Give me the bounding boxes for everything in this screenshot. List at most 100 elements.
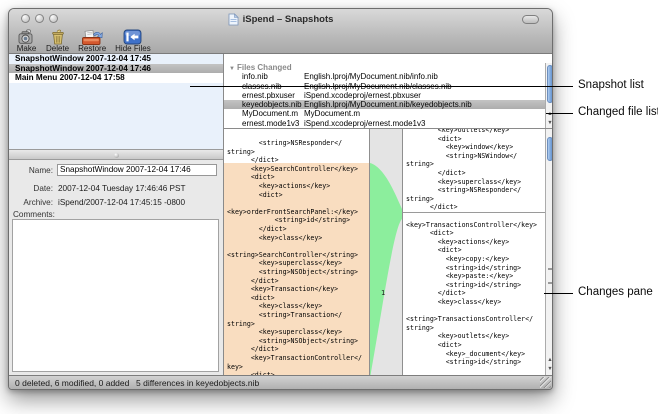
scroll-down-icon[interactable]: ▼ <box>546 119 553 127</box>
delete-button-label: Delete <box>46 45 69 53</box>
diff-line: <key>_document</key> <box>406 350 546 359</box>
window-chrome: iSpend – Snapshots Make <box>9 9 552 54</box>
diff-line <box>406 212 546 221</box>
diff-line: <key>class</key> <box>227 302 369 311</box>
hide-files-icon <box>123 29 142 45</box>
changed-file-list-callout-label: Changed file list <box>578 106 658 118</box>
scroll-down-icon[interactable]: ▼ <box>546 365 553 373</box>
diff-line: <key>class</key> <box>227 234 369 243</box>
horizontal-splitter[interactable] <box>9 149 223 160</box>
diff-line: <dict> <box>406 229 546 238</box>
delete-button[interactable]: Delete <box>46 29 69 54</box>
comments-input[interactable] <box>12 219 219 372</box>
changes-pane-callout-line <box>544 293 573 294</box>
date-value: 2007-12-04 Tuesday 17:46:46 PST <box>58 184 185 193</box>
diff-line: <string>NSObject</string> <box>227 337 369 346</box>
changes-pane-scrollbar[interactable]: ▲ ▼ <box>545 129 553 375</box>
diff-line: <key>class</key> <box>406 298 546 307</box>
diff-line: <key>TransactionController</ <box>227 354 369 363</box>
right-column: Filename Path ▼Files Changed info.nibEng… <box>223 54 553 389</box>
toolbar: Make Delete <box>9 29 552 54</box>
make-button-label: Make <box>17 45 37 53</box>
snapshot-row[interactable]: SnapshotWindow 2007-12-04 17:46 <box>9 64 223 74</box>
diff-line: <key>SearchController</key> <box>227 165 369 174</box>
file-row[interactable]: MyDocument.mMyDocument.m <box>224 109 545 118</box>
snapshot-list-callout-label: Snapshot list <box>578 79 644 91</box>
trash-icon <box>49 29 67 45</box>
diff-line: <dict> <box>406 135 546 144</box>
diff-line: </dict> <box>406 289 546 298</box>
diff-line: <string>SearchController</string> <box>227 251 369 260</box>
date-label: Date: <box>9 184 53 193</box>
diff-gutter: 1 <box>370 129 402 375</box>
diff-line: <key>Transaction</key> <box>227 285 369 294</box>
make-button[interactable]: Make <box>16 29 37 54</box>
diff-line: <key>copy:</key> <box>406 255 546 264</box>
scroll-up-icon[interactable]: ▲ <box>546 356 553 364</box>
diff-line: <key>superclass</key> <box>227 259 369 268</box>
diff-left-pane[interactable]: <string>NSResponder</string> </dict> <ke… <box>224 129 370 375</box>
diff-line: </dict> <box>227 156 369 165</box>
file-row-filename: ernest.mode1v3 <box>242 119 299 128</box>
hide-files-button-label: Hide Files <box>115 45 151 53</box>
file-row[interactable]: keyedobjects.nibEnglish.lproj/MyDocument… <box>224 100 545 109</box>
diff-line: </dict> <box>406 169 546 178</box>
archive-label: Archive: <box>9 198 53 207</box>
diff-line: <dict> <box>227 173 369 182</box>
restore-button-label: Restore <box>78 45 106 53</box>
file-row-filename: keyedobjects.nib <box>242 100 302 109</box>
name-input[interactable]: SnapshotWindow 2007-12-04 17:46 <box>57 164 217 176</box>
file-list-scroll-thumb[interactable] <box>547 65 553 103</box>
diff-line: </dict> <box>227 277 369 286</box>
diff-line: <key>outlets</key> <box>406 332 546 341</box>
diff-line: string> <box>406 324 546 333</box>
title-bar[interactable]: iSpend – Snapshots <box>9 9 552 29</box>
diff-line: <string>NSObject</string> <box>227 268 369 277</box>
diff-line: <string>NSResponder</ <box>227 139 369 148</box>
diff-line: <key>orderFrontSearchPanel:</key> <box>227 208 369 217</box>
screenshot-canvas: iSpend – Snapshots Make <box>0 0 658 414</box>
diff-line <box>227 242 369 251</box>
splitter-dimple-icon <box>114 153 119 158</box>
toolbar-toggle-button[interactable] <box>522 15 539 24</box>
diff-line: <string>Transaction</ <box>227 311 369 320</box>
files-changed-group-row[interactable]: ▼Files Changed <box>224 63 545 72</box>
status-differences: 5 differences in keyedobjects.nib <box>136 378 259 388</box>
scroll-tick-icon <box>548 282 552 284</box>
diff-connector-number: 1 <box>381 289 385 297</box>
diff-line: <key>TransactionsController</key> <box>406 221 546 230</box>
status-bar: 0 deleted, 6 modified, 0 added 5 differe… <box>9 375 552 389</box>
file-row[interactable]: ernest.pbxuseriSpend.xcodeproj/ernest.pb… <box>224 91 545 100</box>
snapshot-list: SnapshotWindow 2007-12-04 17:45SnapshotW… <box>9 54 223 149</box>
diff-line: <dict> <box>406 341 546 350</box>
diff-line: key> <box>227 363 369 372</box>
snapshot-row[interactable]: Main Menu 2007-12-04 17:58 <box>9 73 223 83</box>
changes-scroll-thumb[interactable] <box>547 137 553 161</box>
diff-line: string> <box>406 195 546 204</box>
file-list-scrollbar[interactable]: ▲ ▼ <box>545 63 553 128</box>
document-icon <box>228 13 239 26</box>
name-label: Name: <box>9 166 53 175</box>
files-changed-label: Files Changed <box>237 63 292 72</box>
diff-line: </dict> <box>406 203 546 212</box>
file-row[interactable]: info.nibEnglish.lproj/MyDocument.nib/inf… <box>224 72 545 81</box>
diff-line: <key>actions</key> <box>227 182 369 191</box>
resize-grip-icon[interactable] <box>540 377 551 388</box>
diff-line: <key>superclass</key> <box>406 178 546 187</box>
changed-file-list: ▼Files Changed info.nibEnglish.lproj/MyD… <box>224 54 553 128</box>
snapshot-row[interactable]: SnapshotWindow 2007-12-04 17:45 <box>9 54 223 64</box>
camera-icon <box>16 29 37 45</box>
diff-line <box>406 307 546 316</box>
diff-line: <string>TransactionsController</ <box>406 315 546 324</box>
diff-line: <string>id</string> <box>406 358 546 367</box>
hide-files-button[interactable]: Hide Files <box>115 29 151 54</box>
file-row[interactable]: ernest.mode1v3iSpend.xcodeproj/ernest.mo… <box>224 119 545 128</box>
file-row-filename: info.nib <box>242 72 268 81</box>
diff-right-pane[interactable]: <key>outlets</key> <dict> <key>window</k… <box>402 129 546 375</box>
changes-pane-callout-label: Changes pane <box>578 286 653 298</box>
file-row-filename: MyDocument.m <box>242 109 298 118</box>
window-title-group: iSpend – Snapshots <box>9 9 552 29</box>
scroll-up-icon[interactable]: ▲ <box>546 110 553 118</box>
diff-line: </dict> <box>227 345 369 354</box>
restore-button[interactable]: Restore <box>78 29 106 54</box>
